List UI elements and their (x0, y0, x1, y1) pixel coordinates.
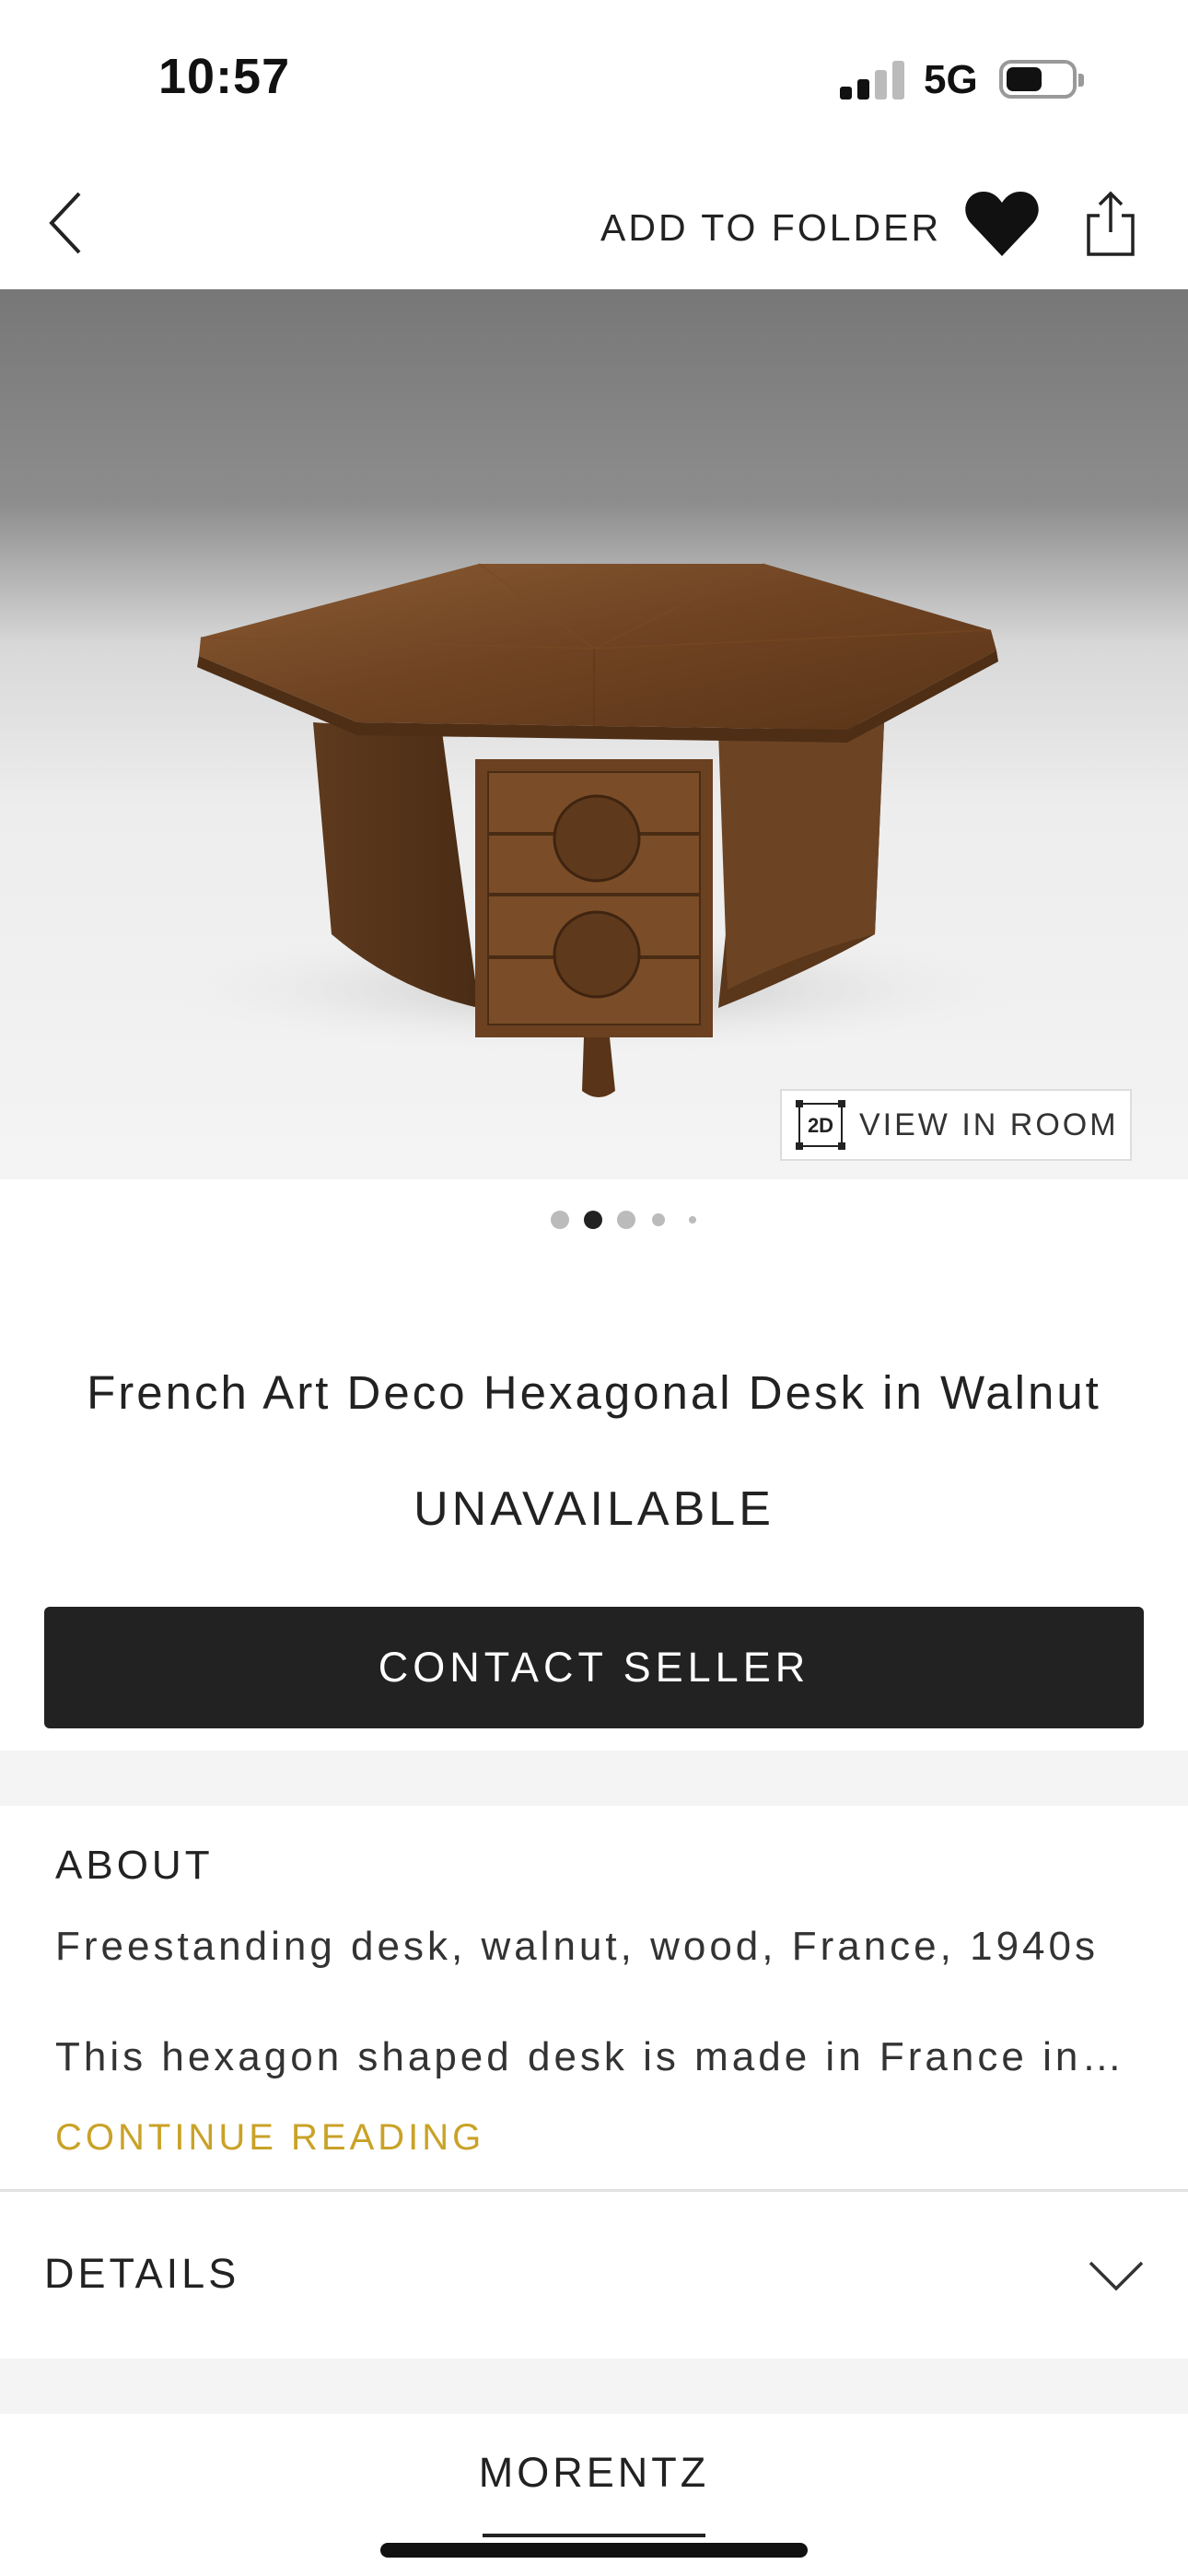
about-summary: Freestanding desk, walnut, wood, France,… (55, 1924, 1099, 1969)
product-title: French Art Deco Hexagonal Desk in Walnut (87, 1366, 1101, 1419)
carousel-dot[interactable] (617, 1211, 635, 1229)
tab-active-underline (483, 2534, 705, 2537)
status-time: 10:57 (158, 49, 291, 104)
continue-reading-link[interactable]: CONTINUE READING (55, 2117, 484, 2159)
details-label: DETAILS (44, 2250, 240, 2297)
section-separator (0, 1751, 1188, 1806)
heart-icon (965, 192, 1039, 256)
carousel-dot-active[interactable] (584, 1211, 602, 1229)
signal-strength-icon (840, 59, 906, 100)
divider (0, 2189, 1188, 2192)
nav-bar: ADD TO FOLDER (0, 157, 1188, 289)
share-icon (1087, 191, 1135, 256)
chevron-left-icon (49, 192, 81, 254)
about-heading: ABOUT (55, 1843, 214, 1888)
section-separator (0, 2359, 1188, 2414)
battery-icon (999, 60, 1084, 99)
home-indicator[interactable] (380, 2543, 808, 2558)
view-in-room-icon: 2D (796, 1100, 845, 1150)
carousel-dot[interactable] (652, 1213, 665, 1226)
tab-seller[interactable]: MORENTZ (0, 2449, 1188, 2497)
carousel-indicator (0, 1209, 1188, 1231)
add-to-folder-button[interactable]: ADD TO FOLDER (600, 206, 941, 250)
carousel-dot[interactable] (551, 1211, 569, 1229)
network-label: 5G (924, 57, 978, 102)
details-accordion[interactable]: DETAILS (0, 2193, 1188, 2357)
chevron-down-icon (1089, 2261, 1144, 2291)
about-description: This hexagon shaped desk is made in Fran… (55, 2034, 1126, 2079)
availability-status: UNAVAILABLE (413, 1482, 775, 1536)
product-image-carousel[interactable] (0, 289, 1188, 1179)
back-button[interactable] (41, 186, 92, 260)
view-in-room-button[interactable]: 2D VIEW IN ROOM (780, 1089, 1132, 1161)
share-button[interactable] (1083, 190, 1138, 258)
contact-seller-button[interactable]: CONTACT SELLER (44, 1607, 1144, 1728)
view-in-room-label: VIEW IN ROOM (859, 1107, 1119, 1142)
view-in-room-badge: 2D (808, 1114, 833, 1137)
status-bar: 10:57 5G (0, 0, 1188, 157)
product-photo (152, 563, 1036, 1097)
favorite-button[interactable] (963, 188, 1041, 262)
carousel-dot[interactable] (689, 1216, 696, 1224)
